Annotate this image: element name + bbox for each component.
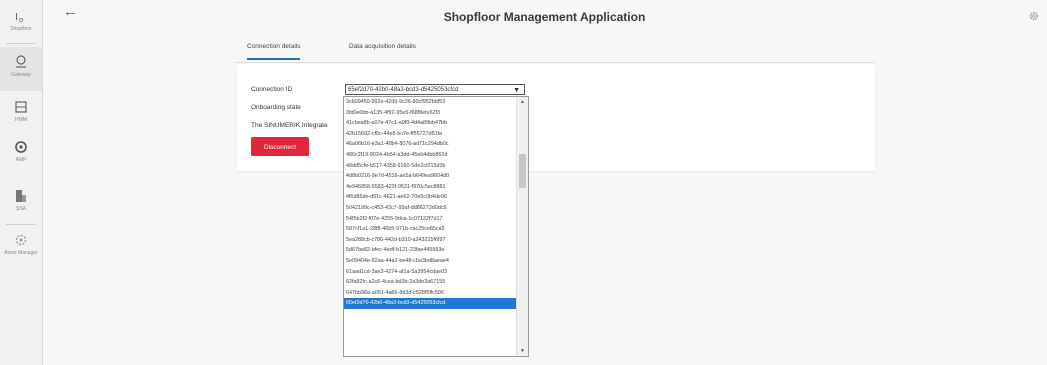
sidebar-item-label: HMM [15, 117, 27, 123]
connection-id-dropdown[interactable]: 3cb09450-992e-42d9-9c36-80cf952bbf53 3fd0… [343, 96, 529, 357]
dropdown-scrollbar[interactable]: ▲ ▼ [516, 97, 528, 356]
sinumerik-integrate-label: The SINUMERIK Integrate [251, 122, 328, 129]
sidebar-item-ssa[interactable]: SSA [0, 188, 42, 212]
dropdown-option[interactable]: 54f5b2f2-f07e-4255-9dca-1c07122f7d17 [344, 214, 518, 225]
dropdown-option[interactable]: 65ef2d70-42b0-48a3-bcd3-d5425053cfcd [344, 298, 518, 309]
dropdown-option[interactable]: 3fd0e0bb-a135-4f92-95e5-f68f8efe62f3 [344, 108, 518, 119]
connection-details-card [237, 64, 875, 171]
dropdown-option[interactable]: 4d8b0216-9e7d-4516-ae5a-b649ea9604d0 [344, 171, 518, 182]
scroll-down-icon[interactable]: ▼ [517, 346, 528, 356]
onboarding-state-label: Onboarding state [251, 104, 301, 111]
connection-id-select[interactable]: 65ef2d70-42b0-48a3-bcd3-d5425053cfcd ▼ [345, 84, 525, 95]
asset-manager-icon [15, 234, 27, 246]
dropdown-option[interactable]: 62fa82fc-a2c6-4cea-bd3b-2a3de3a67155 [344, 277, 518, 288]
sidebar-item-shopfloor[interactable]: I o Shopfloor [0, 8, 42, 32]
scroll-up-icon[interactable]: ▲ [517, 97, 528, 107]
dropdown-option[interactable]: 647bb98a-a051-4a66-8d3d-c528f5ffc506 [344, 288, 518, 299]
sidebar-divider [6, 224, 36, 225]
tab-connection-details[interactable]: Connection details [247, 43, 301, 60]
sidebar-item-hmm[interactable]: HMM [0, 99, 42, 123]
tab-data-acquisition-details[interactable]: Data acquisition details [349, 43, 416, 50]
hmm-icon [15, 101, 27, 113]
sidebar-divider [6, 43, 36, 44]
sidebar-item-label: Shopfloor [10, 26, 32, 32]
dropdown-option[interactable]: 61aad1cd-3ae3-4274-af1a-5a3954cdae03 [344, 267, 518, 278]
sidebar-item-label: Asset Manager [4, 250, 38, 256]
dropdown-option[interactable]: 486c2f19-9024-4b54-a3dd-45eb4dbb862d [344, 150, 518, 161]
gateway-icon [16, 55, 26, 68]
sidebar-item-label: AMP [15, 157, 27, 163]
shopfloor-icon: I o [15, 12, 23, 24]
gear-icon[interactable] [1028, 10, 1040, 22]
dropdown-option[interactable]: 41cbea8b-a07e-47c1-a9f9-4d4a89bb47bb [344, 118, 518, 129]
dropdown-option[interactable]: 4e946858-5583-423f-9531-f970c5ec8881 [344, 182, 518, 193]
page-title: Shopfloor Management Application [443, 10, 646, 24]
sidebar-item-amp[interactable]: AMP [0, 139, 42, 163]
sidebar-item-gateway[interactable]: Gateway [0, 47, 42, 91]
dropdown-option[interactable]: 48dd5cfe-b517-4358-9160-5de2cf215d3b [344, 161, 518, 172]
svg-text:o: o [19, 16, 23, 24]
dropdown-option[interactable]: 5d67be82-bfec-4edf-b121-23fae445993e [344, 245, 518, 256]
tab-bar: Connection details Data acquisition deta… [235, 37, 875, 63]
svg-text:I: I [15, 12, 18, 23]
sidebar: I o Shopfloor Gateway HMM AMP SSA Asset … [0, 0, 43, 365]
dropdown-option[interactable]: 4f6d85de-d51c-4621-ae62-70e5c0b4de96 [344, 192, 518, 203]
dropdown-option[interactable]: 5e09404e-82aa-44a2-be48-cba3bd8aeae4 [344, 256, 518, 267]
connection-id-value: 65ef2d70-42b0-48a3-bcd3-d5425053cfcd [348, 87, 459, 93]
dropdown-option[interactable]: 46a06b16-e3a1-40b4-8076-ad71c294db0c [344, 139, 518, 150]
disconnect-button[interactable]: Disconnect [251, 137, 309, 156]
sidebar-item-label: Gateway [11, 72, 31, 78]
dropdown-options: 3cb09450-992e-42d9-9c36-80cf952bbf53 3fd0… [344, 97, 528, 309]
tab-divider [235, 62, 875, 63]
connection-id-label: Connection ID [251, 86, 293, 93]
dropdown-option[interactable]: 5ea288cb-c786-442d-b310-a243215f6f97 [344, 235, 518, 246]
chevron-down-icon: ▼ [513, 87, 520, 94]
ssa-icon [16, 190, 26, 202]
dropdown-option[interactable]: 5042199c-c453-43c7-99af-dd86273d0dc9 [344, 203, 518, 214]
amp-icon [15, 141, 27, 153]
dropdown-option[interactable]: 587cf1a1-28f8-46b5-971b-cac25ce85ca5 [344, 224, 518, 235]
dropdown-option[interactable]: 3cb09450-992e-42d9-9c36-80cf952bbf53 [344, 97, 518, 108]
sidebar-item-asset-manager[interactable]: Asset Manager [0, 232, 42, 256]
sidebar-item-label: SSA [15, 206, 26, 212]
dropdown-option[interactable]: 42b15692-cf0c-44e8-bc7e-ff55727d51fa [344, 129, 518, 140]
scrollbar-thumb[interactable] [519, 154, 526, 188]
